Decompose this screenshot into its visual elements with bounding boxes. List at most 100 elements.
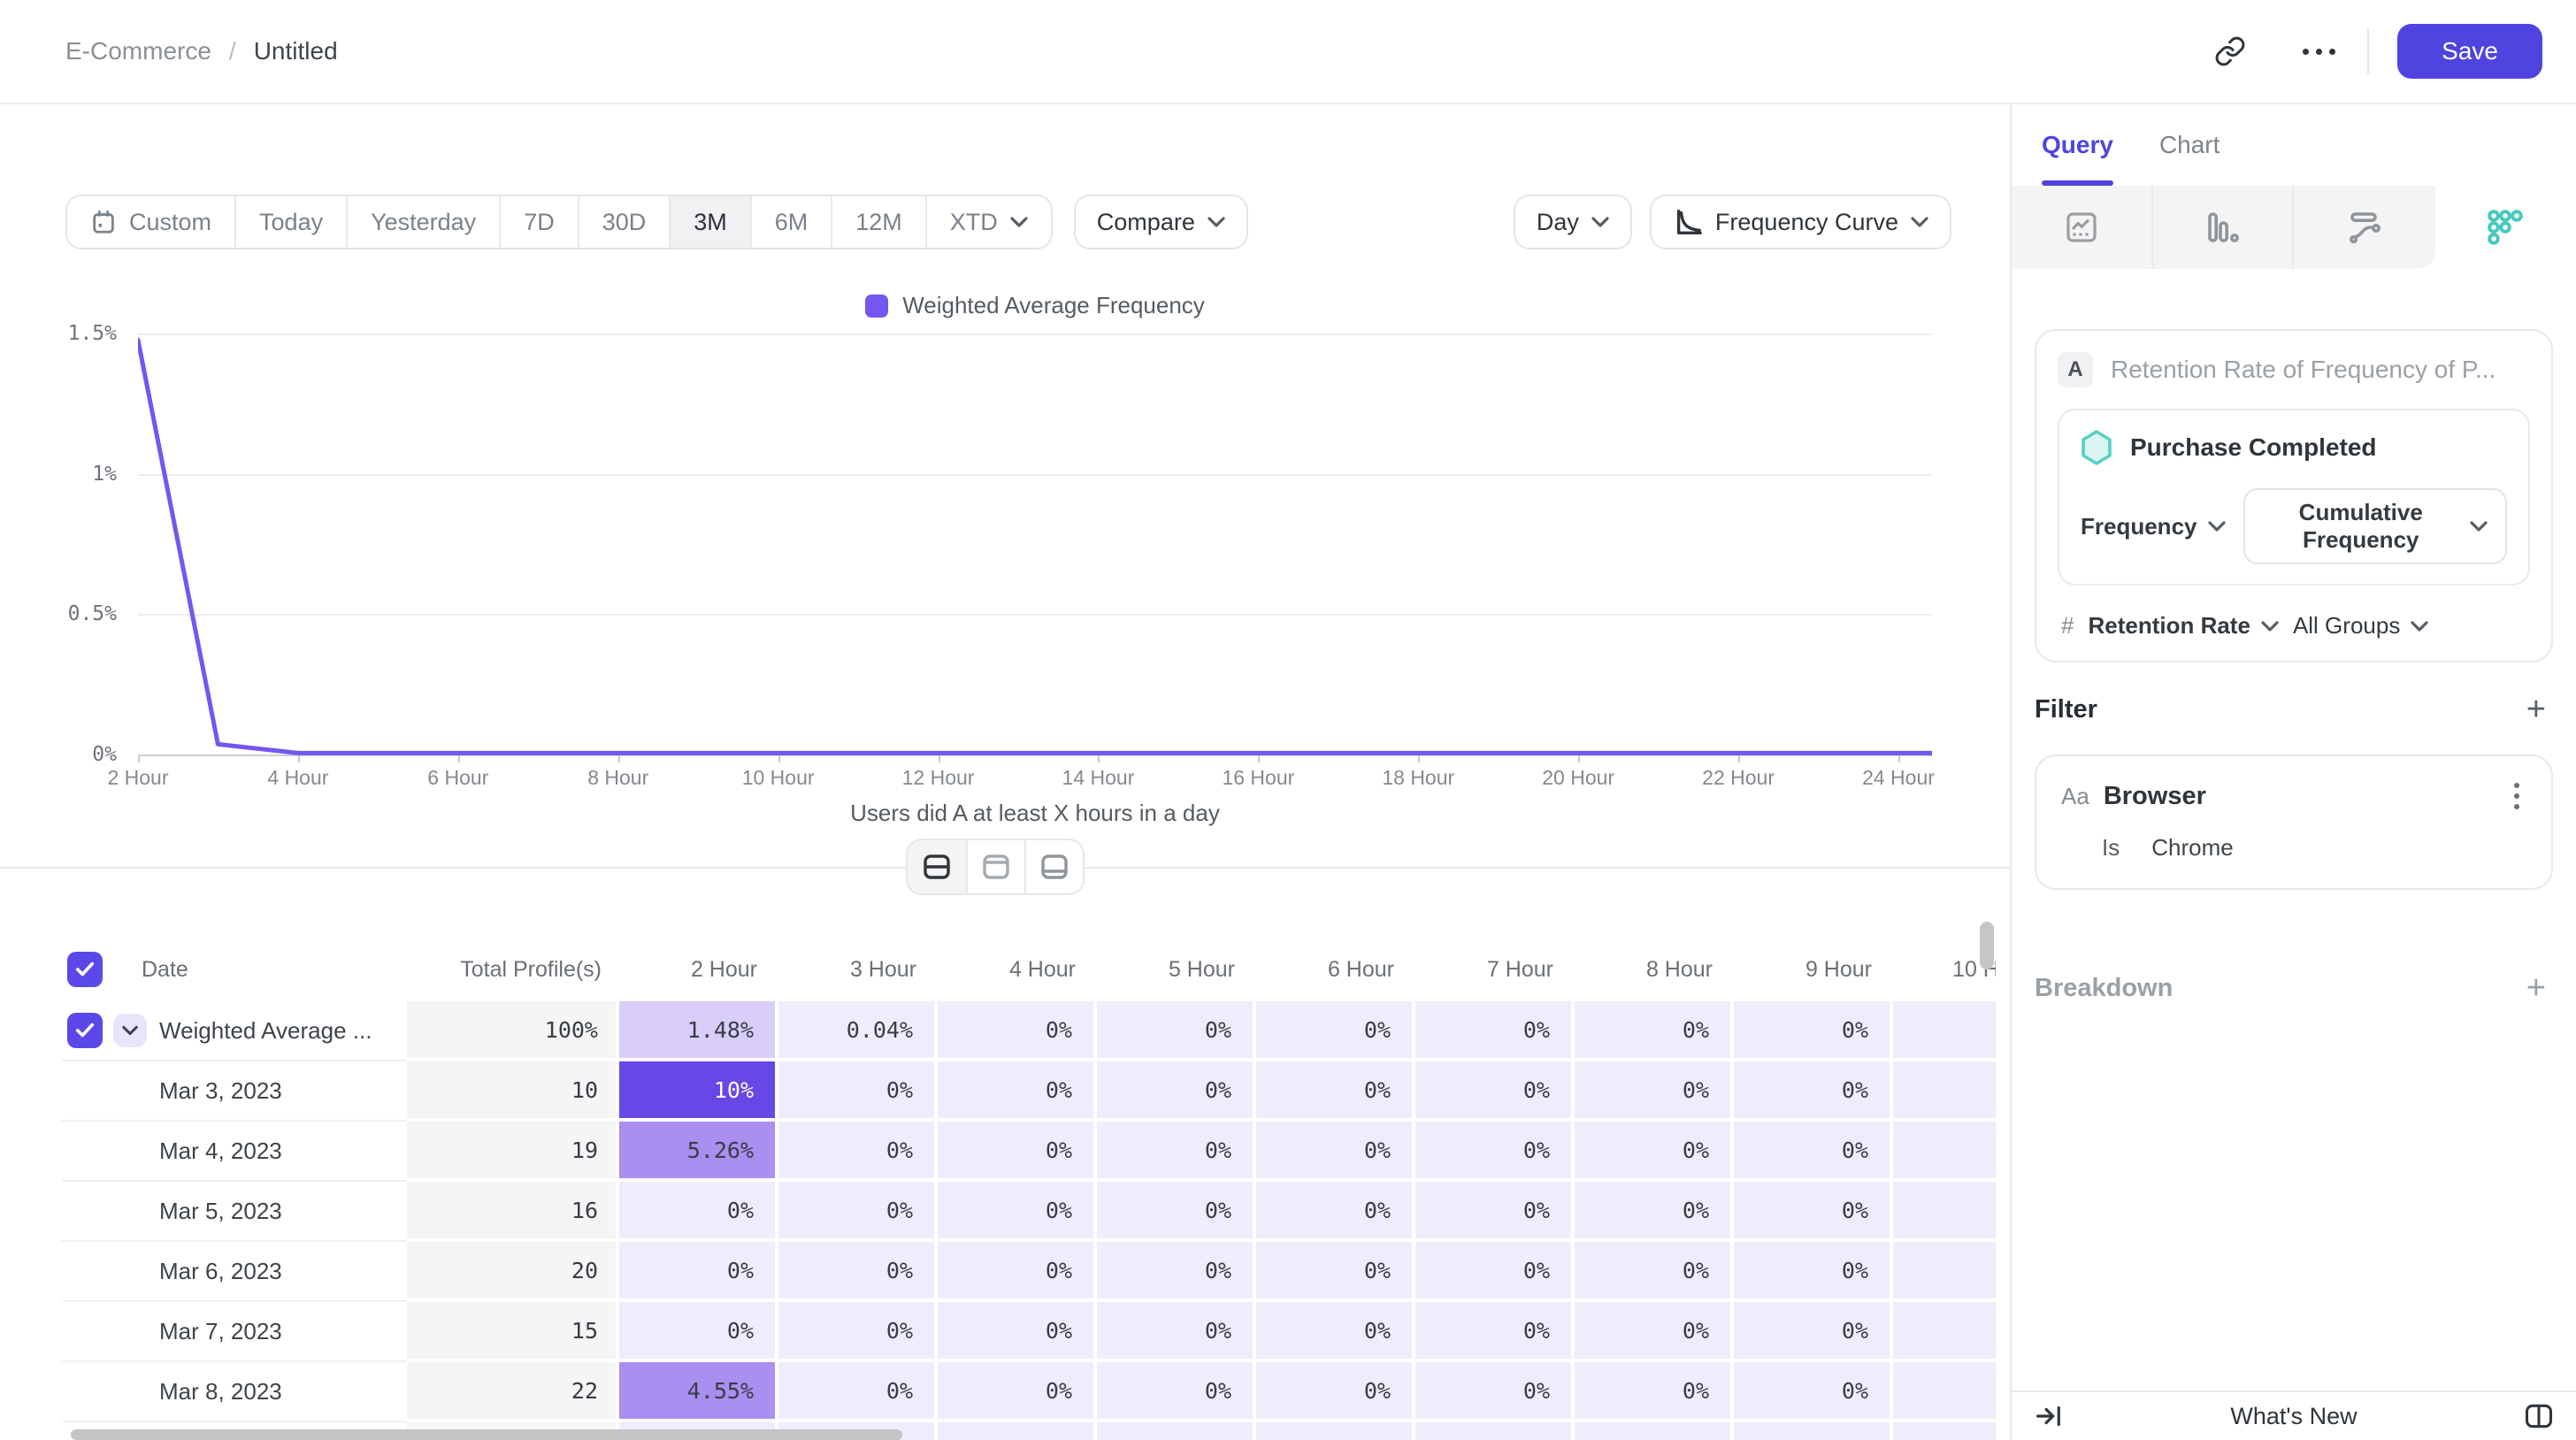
filter-value[interactable]: Chrome [2151, 834, 2233, 862]
retention-cell[interactable]: 0% [1415, 1182, 1575, 1242]
retention-cell[interactable]: 0% [619, 1182, 778, 1242]
frequency-type-dropdown[interactable]: Cumulative Frequency [2243, 488, 2508, 564]
retention-cell[interactable]: 0% [1097, 1362, 1256, 1422]
filter-property[interactable]: Browser [2104, 782, 2206, 811]
retention-cell[interactable]: 0% [778, 1182, 938, 1242]
retention-cell[interactable]: 0% [1734, 1242, 1893, 1302]
chart-type-flow[interactable] [2294, 186, 2435, 269]
range-7d[interactable]: 7D [499, 196, 578, 248]
chart-legend[interactable]: Weighted Average Frequency [138, 292, 1932, 319]
layout-table-only-button[interactable] [1024, 840, 1083, 893]
range-3m[interactable]: 3M [669, 196, 750, 248]
retention-cell[interactable]: 0% [1256, 1242, 1415, 1302]
retention-cell[interactable]: 0% [619, 1302, 778, 1362]
layout-chart-only-button[interactable] [966, 840, 1024, 893]
whats-new-link[interactable]: What's New [2012, 1403, 2576, 1430]
retention-cell[interactable]: 0% [1575, 1061, 1734, 1122]
retention-cell[interactable]: 0% [1256, 1122, 1415, 1182]
retention-cell[interactable]: 0% [1256, 1061, 1415, 1122]
frequency-dropdown[interactable]: Frequency [2081, 513, 2226, 540]
copy-link-button[interactable] [2207, 28, 2253, 74]
retention-cell[interactable]: 0% [938, 1302, 1097, 1362]
retention-cell[interactable]: 0% [1415, 1001, 1575, 1061]
layout-split-button[interactable] [908, 840, 966, 893]
add-breakdown-button[interactable]: + [2519, 968, 2553, 1008]
retention-cell[interactable]: 0% [938, 1362, 1097, 1422]
retention-cell[interactable] [938, 1422, 1097, 1440]
retention-cell[interactable]: 0% [1256, 1362, 1415, 1422]
table-row[interactable]: Mar 5, 2023160%0%0%0%0%0%0%0% [62, 1182, 1996, 1242]
filter-operator[interactable]: Is [2102, 834, 2120, 862]
retention-cell[interactable]: 0% [938, 1061, 1097, 1122]
range-xtd[interactable]: XTD [925, 196, 1051, 248]
chart-type-retention-selected[interactable] [2435, 186, 2576, 269]
retention-cell[interactable]: 0% [1256, 1001, 1415, 1061]
retention-cell[interactable]: 10% [619, 1061, 778, 1122]
retention-cell[interactable]: 0% [778, 1302, 938, 1362]
measure-dropdown[interactable]: Retention Rate [2088, 612, 2278, 640]
retention-cell[interactable]: 1.48% [619, 1001, 778, 1061]
view-type-dropdown[interactable]: Frequency Curve [1650, 195, 1951, 249]
compare-button[interactable]: Compare [1074, 195, 1248, 249]
retention-cell[interactable]: 0% [1734, 1122, 1893, 1182]
groups-dropdown[interactable]: All Groups [2293, 612, 2428, 640]
retention-cell[interactable]: 0% [1415, 1242, 1575, 1302]
breadcrumb-parent[interactable]: E-Commerce [65, 37, 211, 65]
tab-chart[interactable]: Chart [2159, 104, 2220, 186]
retention-cell[interactable]: 0% [778, 1242, 938, 1302]
save-button[interactable]: Save [2397, 24, 2542, 79]
retention-cell[interactable]: 0% [1256, 1182, 1415, 1242]
retention-cell[interactable]: 0% [1415, 1061, 1575, 1122]
retention-cell[interactable]: 0% [1256, 1302, 1415, 1362]
retention-cell[interactable]: 0% [1734, 1182, 1893, 1242]
tab-query[interactable]: Query [2042, 104, 2113, 186]
range-30d[interactable]: 30D [578, 196, 670, 248]
retention-cell[interactable]: 0% [938, 1122, 1097, 1182]
granularity-dropdown[interactable]: Day [1514, 195, 1632, 249]
chart-line-svg[interactable] [138, 318, 1932, 761]
panel-layout-button[interactable] [2523, 1400, 2555, 1432]
table-row[interactable]: Mar 3, 20231010%0%0%0%0%0%0%0% [62, 1061, 1996, 1122]
retention-cell[interactable]: 0% [1734, 1302, 1893, 1362]
range-yesterday[interactable]: Yesterday [346, 196, 499, 248]
retention-cell[interactable]: 0% [1734, 1001, 1893, 1061]
row-checkbox[interactable] [67, 1013, 103, 1048]
table-row[interactable]: Weighted Average ...100%1.48%0.04%0%0%0%… [62, 1001, 1996, 1061]
retention-cell[interactable] [1575, 1422, 1734, 1440]
chart-type-insights[interactable] [2012, 186, 2153, 269]
filter-options-button[interactable] [2507, 779, 2526, 813]
retention-cell[interactable]: 0% [778, 1362, 938, 1422]
horizontal-scrollbar[interactable] [71, 1429, 902, 1440]
retention-cell[interactable]: 0% [1097, 1061, 1256, 1122]
chart-type-bar[interactable] [2153, 186, 2295, 269]
retention-cell[interactable]: 5.26% [619, 1122, 778, 1182]
retention-cell[interactable]: 0.04% [778, 1001, 938, 1061]
retention-cell[interactable]: 4.55% [619, 1362, 778, 1422]
range-custom[interactable]: Custom [67, 196, 234, 248]
retention-cell[interactable] [1734, 1422, 1893, 1440]
report-title[interactable]: Untitled [254, 37, 338, 65]
expand-row-button[interactable] [113, 1014, 147, 1047]
more-options-button[interactable] [2296, 42, 2342, 62]
retention-cell[interactable]: 0% [1575, 1302, 1734, 1362]
retention-cell[interactable]: 0% [938, 1182, 1097, 1242]
retention-cell[interactable]: 0% [1097, 1182, 1256, 1242]
retention-cell[interactable]: 0% [1097, 1242, 1256, 1302]
retention-cell[interactable]: 0% [619, 1242, 778, 1302]
retention-cell[interactable]: 0% [1575, 1122, 1734, 1182]
retention-cell[interactable]: 0% [778, 1122, 938, 1182]
retention-cell[interactable]: 0% [1415, 1122, 1575, 1182]
add-filter-button[interactable]: + [2519, 689, 2553, 730]
table-row[interactable]: Mar 7, 2023150%0%0%0%0%0%0%0% [62, 1302, 1996, 1362]
table-row[interactable]: Mar 8, 2023224.55%0%0%0%0%0%0%0% [62, 1362, 1996, 1422]
range-today[interactable]: Today [234, 196, 346, 248]
table-row[interactable]: Mar 4, 2023195.26%0%0%0%0%0%0%0% [62, 1122, 1996, 1182]
range-12m[interactable]: 12M [831, 196, 925, 248]
retention-cell[interactable]: 0% [1415, 1302, 1575, 1362]
retention-cell[interactable]: 0% [938, 1242, 1097, 1302]
retention-cell[interactable]: 0% [1097, 1302, 1256, 1362]
retention-cell[interactable]: 0% [778, 1061, 938, 1122]
table-row[interactable]: Mar 6, 2023200%0%0%0%0%0%0%0% [62, 1242, 1996, 1302]
retention-cell[interactable]: 0% [1097, 1122, 1256, 1182]
event-name[interactable]: Purchase Completed [2130, 433, 2377, 462]
